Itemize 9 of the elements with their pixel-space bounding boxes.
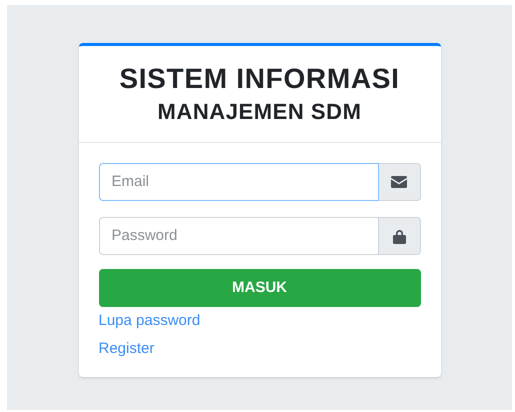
input-field[interactable]: Password	[98, 217, 378, 255]
app-title: MANAJEMEN SDM	[158, 98, 362, 126]
input-field[interactable]: Email	[98, 163, 378, 201]
lock-icon	[392, 228, 406, 244]
app-title: SISTEM INFORMASI	[119, 62, 400, 96]
text-link[interactable]: Register	[98, 339, 154, 359]
text-link[interactable]: Lupa password	[98, 311, 200, 331]
envelope-icon	[391, 176, 407, 188]
login-button[interactable]: MASUK	[98, 269, 420, 307]
